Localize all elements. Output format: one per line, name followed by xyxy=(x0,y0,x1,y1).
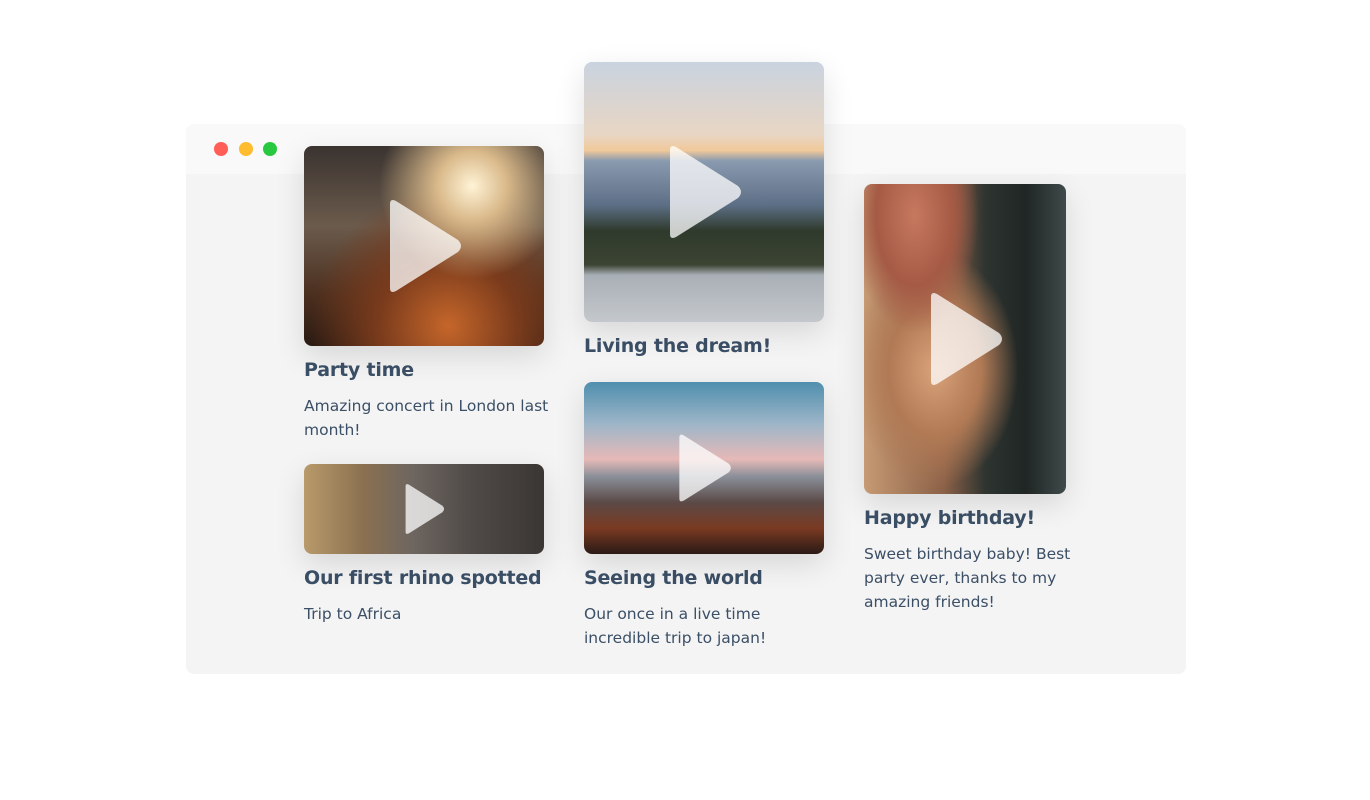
video-card-seeing-the-world: Seeing the world Our once in a live time… xyxy=(584,382,834,650)
minimize-window-button[interactable] xyxy=(239,142,253,156)
card-title: Living the dream! xyxy=(584,335,772,357)
card-description: Sweet birthday baby! Best party ever, th… xyxy=(864,545,1071,611)
video-card-happy-birthday: Happy birthday! Sweet birthday baby! Bes… xyxy=(864,184,1079,614)
maximize-window-button[interactable] xyxy=(263,142,277,156)
play-icon[interactable] xyxy=(384,198,464,294)
video-thumbnail[interactable] xyxy=(304,464,544,554)
video-thumbnail[interactable] xyxy=(584,382,824,554)
card-title: Party time xyxy=(304,359,414,381)
video-thumbnail[interactable] xyxy=(304,146,544,346)
play-icon[interactable] xyxy=(664,144,744,240)
card-title: Seeing the world xyxy=(584,567,763,589)
video-card-living-the-dream: Living the dream! xyxy=(584,62,834,358)
card-title: Happy birthday! xyxy=(864,507,1035,529)
play-icon[interactable] xyxy=(402,483,446,535)
play-icon[interactable] xyxy=(675,433,733,503)
card-description: Our once in a live time incredible trip … xyxy=(584,605,767,647)
close-window-button[interactable] xyxy=(214,142,228,156)
card-description: Trip to Africa xyxy=(304,605,402,623)
play-icon[interactable] xyxy=(925,291,1005,387)
card-title: Our first rhino spotted xyxy=(304,567,542,589)
video-thumbnail[interactable] xyxy=(864,184,1066,494)
video-card-party-time: Party time Amazing concert in London las… xyxy=(304,146,554,442)
video-card-rhino: Our first rhino spotted Trip to Africa xyxy=(304,464,554,626)
card-description: Amazing concert in London last month! xyxy=(304,397,549,439)
video-thumbnail[interactable] xyxy=(584,62,824,322)
